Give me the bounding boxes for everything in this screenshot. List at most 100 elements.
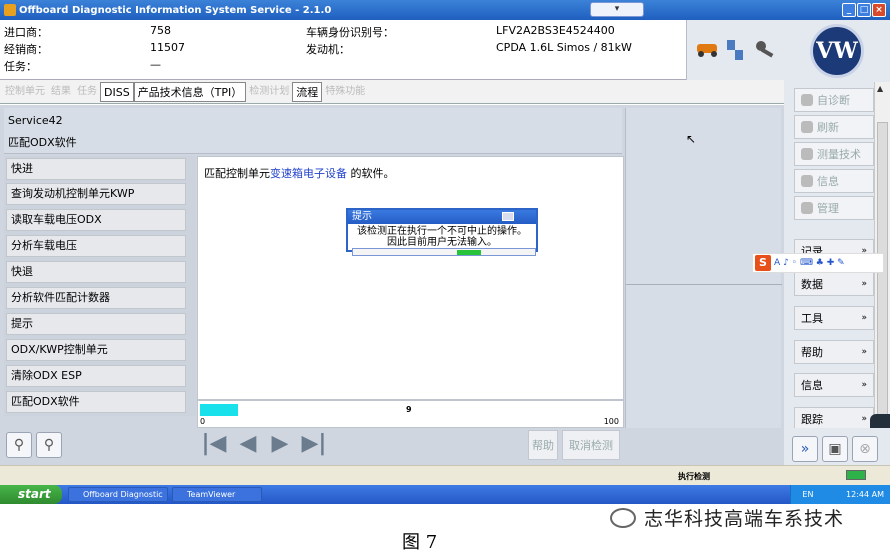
info-label: 信息 [817, 175, 839, 188]
progress-max: 100 [603, 417, 619, 426]
status-text: 执行检测 [678, 472, 710, 481]
content-panel: 匹配控制单元变速箱电子设备 的软件。 [197, 156, 624, 400]
zoom-in-icon[interactable]: ⚲ [36, 432, 62, 458]
section-help[interactable]: 帮助 » [794, 340, 874, 364]
task-label: 任务： [4, 60, 37, 73]
title-bar: Offboard Diagnostic Information System S… [0, 0, 890, 20]
notice-dialog: 提示 该检测正在执行一个不可中止的操作。 因此目前用户无法输入。 [346, 208, 538, 256]
next-step-button[interactable]: ▶ [266, 430, 294, 458]
section-tools[interactable]: 工具 » [794, 306, 874, 330]
refresh-button[interactable]: 刷新 [794, 115, 874, 139]
service-code: Service42 [8, 114, 63, 127]
section-data-label: 数据 [801, 278, 823, 291]
service-name: 匹配ODX软件 [8, 136, 77, 149]
stop-icon[interactable]: ⊗ [852, 436, 878, 462]
system-tray: EN 12:44 AM [790, 485, 890, 504]
help-button[interactable]: 帮助 [528, 430, 558, 460]
progress-min: 0 [200, 417, 206, 426]
taskbar-item-teamviewer[interactable]: TeamViewer [172, 487, 262, 502]
wechat-icon [610, 508, 636, 528]
battery-icon [846, 470, 866, 480]
chevron-down-icon: » [861, 380, 867, 390]
dialog-message: 该检测正在执行一个不可中止的操作。 因此目前用户无法输入。 [348, 226, 536, 248]
tab-diss[interactable]: DISS [100, 81, 134, 102]
self-diagnosis-label: 自诊断 [817, 94, 850, 107]
tab-tasks[interactable]: 任务 [74, 82, 100, 102]
zoom-out-icon[interactable]: ⚲ [6, 432, 32, 458]
section-data[interactable]: 数据 » [794, 272, 874, 296]
content-link[interactable]: 变速箱电子设备 [270, 167, 347, 180]
panel-divider [626, 284, 782, 285]
ime-mode[interactable]: A [774, 258, 780, 268]
refresh-icon [801, 121, 813, 133]
measurement-label: 测量技术 [817, 148, 861, 161]
figure-label: 图 7 [402, 532, 438, 553]
vehicle-header: 进口商： 758 经销商： 11507 任务： — 车辆身份识别号： LFV2A… [0, 20, 784, 80]
vin-value: LFV2A2BS3E4524400 [496, 24, 615, 37]
scroll-up-icon[interactable]: ▲ [877, 84, 883, 93]
section-info-label: 信息 [801, 379, 823, 392]
step-item-current[interactable]: 匹配ODX软件 [6, 391, 186, 413]
scrollbar-thumb[interactable] [877, 122, 888, 462]
step-item[interactable]: 快退 [6, 261, 186, 283]
chevron-down-icon: » [861, 313, 867, 323]
importer-label: 进口商： [4, 26, 48, 39]
step-item[interactable]: 分析车载电压 [6, 235, 186, 257]
info-button[interactable]: 信息 [794, 169, 874, 193]
language-indicator[interactable]: EN [802, 490, 813, 499]
tab-special-functions[interactable]: 特殊功能 [322, 82, 368, 102]
vw-logo: VW [810, 24, 864, 78]
keyboard-icon [502, 212, 514, 221]
tab-control-unit[interactable]: 控制单元 [2, 82, 48, 102]
step-item[interactable]: 查询发动机控制单元KWP [6, 183, 186, 205]
step-item[interactable]: 提示 [6, 313, 186, 335]
dialog-progress-segment [457, 250, 481, 255]
tab-tpi[interactable]: 产品技术信息（TPI） [133, 81, 247, 102]
prev-step-button[interactable]: ◀ [234, 430, 262, 458]
tab-procedure[interactable]: 流程 [292, 81, 323, 102]
status-bar: 执行检测 [0, 465, 890, 485]
step-item[interactable]: 读取车载电压ODX [6, 209, 186, 231]
last-step-button[interactable]: ▶| [300, 430, 328, 458]
title-dropdown[interactable]: ▾ [590, 2, 644, 17]
step-item[interactable]: 快进 [6, 158, 186, 180]
admin-icon [801, 202, 813, 214]
measurement-button[interactable]: 测量技术 [794, 142, 874, 166]
device-icons [686, 20, 784, 80]
tab-results[interactable]: 结果 [48, 82, 74, 102]
taskbar: start Offboard Diagnostic I... TeamViewe… [0, 485, 890, 512]
clock: 12:44 AM [846, 490, 884, 499]
maximize-button[interactable]: □ [857, 3, 871, 17]
admin-button[interactable]: 管理 [794, 196, 874, 220]
minimize-button[interactable]: _ [842, 3, 856, 17]
section-trace-label: 跟踪 [801, 413, 823, 426]
step-item[interactable]: 清除ODX ESP [6, 365, 186, 387]
test-plan-icon[interactable]: ▣ [822, 436, 848, 462]
window-title: Offboard Diagnostic Information System S… [19, 4, 332, 16]
engine-label: 发动机： [306, 43, 350, 56]
measurement-icon [801, 148, 813, 160]
sidebar-scrollbar[interactable]: ▲ [874, 82, 890, 465]
tab-test-plan[interactable]: 检测计划 [246, 82, 292, 102]
start-button[interactable]: start [0, 485, 62, 504]
content-prefix: 匹配控制单元 [204, 167, 270, 180]
app-icon [4, 4, 16, 16]
ime-tools-icon[interactable]: ♪ ◦ ⌨ ♣ ✚ ✎ [783, 258, 845, 268]
section-info[interactable]: 信息 » [794, 373, 874, 397]
logo-area: VW [784, 20, 890, 82]
close-button[interactable]: × [872, 3, 886, 17]
dialog-line1: 该检测正在执行一个不可中止的操作。 [357, 226, 527, 237]
content-text: 匹配控制单元变速箱电子设备 的软件。 [204, 165, 395, 181]
step-item[interactable]: 分析软件匹配计数器 [6, 287, 186, 309]
progress-current: 9 [406, 405, 412, 414]
right-panel [625, 108, 782, 464]
ime-toolbar[interactable]: S A ♪ ◦ ⌨ ♣ ✚ ✎ [752, 253, 884, 273]
first-step-button[interactable]: |◀ [200, 430, 228, 458]
taskbar-item-odis[interactable]: Offboard Diagnostic I... [68, 487, 168, 512]
chevron-down-icon: » [861, 414, 867, 424]
cancel-test-button[interactable]: 取消检测 [562, 430, 620, 460]
self-diagnosis-button[interactable]: 自诊断 [794, 88, 874, 112]
step-item[interactable]: ODX/KWP控制单元 [6, 339, 186, 361]
section-help-label: 帮助 [801, 346, 823, 359]
forward-icon[interactable]: » [792, 436, 818, 462]
